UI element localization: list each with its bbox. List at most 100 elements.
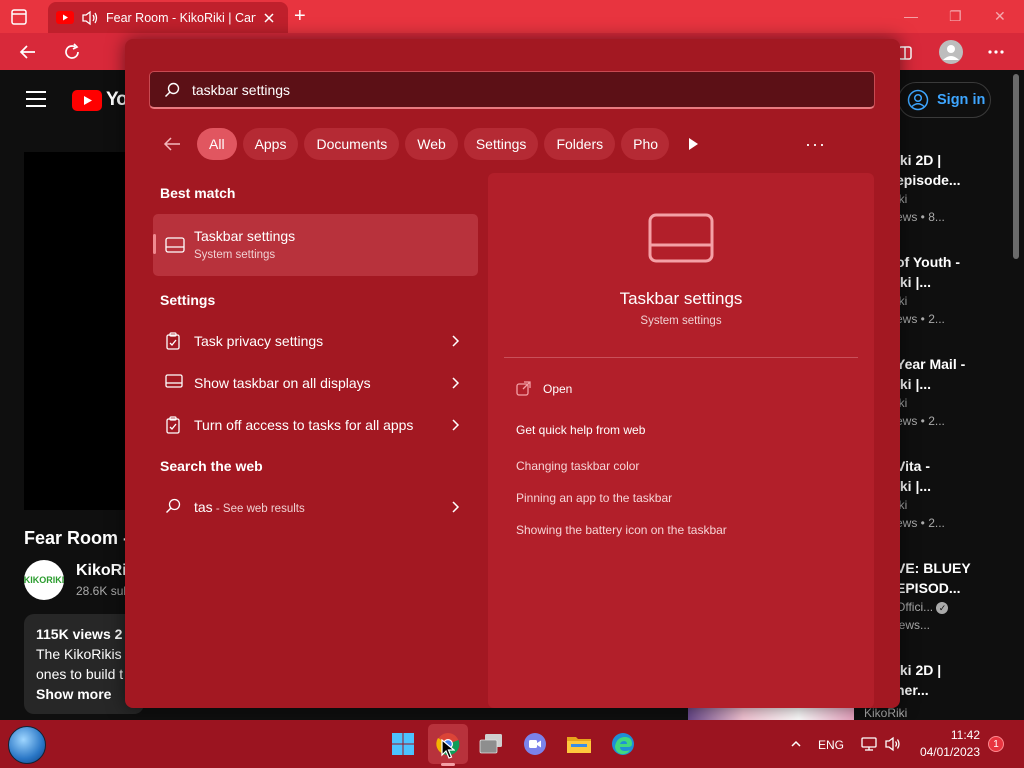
selection-indicator: [153, 234, 156, 254]
filter-all[interactable]: All: [197, 128, 237, 160]
start-orb-icon[interactable]: [8, 726, 46, 764]
chevron-right-icon[interactable]: [450, 334, 460, 348]
open-action[interactable]: Open: [516, 381, 572, 396]
best-match-subtitle: System settings: [194, 249, 276, 261]
search-web-heading: Search the web: [160, 458, 263, 474]
search-input[interactable]: taskbar settings: [149, 71, 875, 109]
network-icon[interactable]: [860, 735, 878, 753]
youtube-favicon: [56, 11, 74, 24]
browser-titlebar: Fear Room - KikoRiki | Cartoons + — ❐ ✕: [0, 0, 1024, 33]
edge-icon[interactable]: [609, 730, 637, 758]
help-link[interactable]: Changing taskbar color: [516, 459, 639, 473]
taskbar-settings-large-icon: [648, 213, 714, 263]
rec-title: iki 2D |: [896, 662, 942, 678]
filter-apps[interactable]: Apps: [242, 128, 299, 160]
tab-actions-icon[interactable]: [10, 8, 28, 26]
best-match-item[interactable]: Taskbar settings System settings: [153, 214, 478, 276]
chevron-right-icon[interactable]: [450, 376, 460, 390]
back-arrow-icon[interactable]: [159, 131, 185, 157]
rec-meta: ews • 2...: [896, 516, 945, 530]
rec-title: Year Mail -: [896, 356, 966, 372]
restore-icon[interactable]: ❐: [949, 8, 962, 25]
clock[interactable]: 11:42 04/01/2023: [914, 727, 980, 761]
recommendation-item[interactable]: iki 2D | episode... iki ews • 8...: [896, 150, 1006, 226]
best-match-title: Taskbar settings: [194, 228, 296, 244]
web-result[interactable]: tas - See web results: [153, 488, 478, 526]
video-player[interactable]: [24, 152, 134, 510]
page-scrollbar[interactable]: [1013, 74, 1019, 259]
language-indicator[interactable]: ENG: [818, 738, 844, 752]
filter-web[interactable]: Web: [405, 128, 458, 160]
preview-title: Taskbar settings: [619, 289, 743, 308]
running-indicator: [441, 763, 455, 766]
taskbar-settings-icon: [165, 237, 185, 253]
settings-result[interactable]: Task privacy settings: [153, 322, 478, 360]
minimize-icon[interactable]: —: [904, 8, 918, 24]
chevron-right-icon[interactable]: [450, 500, 460, 514]
notification-badge[interactable]: 1: [988, 736, 1004, 752]
verified-icon: ✓: [936, 602, 949, 614]
rec-title: Vita -: [896, 458, 930, 474]
rec-channel: Offici... ✓: [896, 598, 1006, 616]
menu-icon[interactable]: [26, 91, 46, 112]
more-options-button[interactable]: ···: [805, 134, 826, 155]
chevron-right-icon[interactable]: [450, 418, 460, 432]
windows-start-icon[interactable]: [389, 730, 417, 758]
recommendation-item[interactable]: of Youth - iki |... iki ews • 2...: [896, 252, 1006, 328]
rec-title: episode...: [896, 172, 961, 188]
checklist-icon: [166, 332, 180, 350]
show-more-button[interactable]: Show more: [36, 684, 132, 704]
task-view-icon[interactable]: [477, 730, 505, 758]
recommendation-thumbnail[interactable]: [688, 706, 854, 720]
help-link[interactable]: Showing the battery icon on the taskbar: [516, 523, 727, 537]
browser-tab[interactable]: Fear Room - KikoRiki | Cartoons: [48, 2, 288, 33]
tray-overflow-icon[interactable]: [791, 740, 801, 748]
settings-result-label: Show taskbar on all displays: [194, 375, 371, 391]
filter-settings[interactable]: Settings: [463, 128, 539, 160]
rec-channel-name: Offici...: [896, 600, 934, 614]
recommendation-item[interactable]: Year Mail - iki |... iki ews • 2...: [896, 354, 1006, 430]
close-window-icon[interactable]: ✕: [994, 8, 1006, 25]
divider: [504, 357, 858, 358]
account-icon: [907, 89, 929, 111]
rec-title: iki 2D |: [896, 152, 942, 168]
settings-result[interactable]: Show taskbar on all displays: [153, 364, 478, 402]
clock-date: 04/01/2023: [919, 745, 980, 759]
quick-help-heading: Get quick help from web: [516, 423, 646, 437]
recommendation-item[interactable]: iki 2D | ner...: [896, 660, 1006, 700]
rec-meta: ews • 8...: [896, 210, 945, 224]
mouse-cursor-icon: [441, 739, 455, 759]
close-tab-icon[interactable]: [263, 12, 275, 24]
help-link[interactable]: Pinning an app to the taskbar: [516, 491, 672, 505]
recommendation-item[interactable]: VE: BLUEY EPISOD... Offici... ✓ iews...: [896, 558, 1006, 634]
taskbar: ENG 11:42 04/01/2023 1: [0, 720, 1024, 768]
profile-icon[interactable]: [939, 40, 963, 64]
rec-channel: iki: [896, 294, 908, 308]
channel-avatar[interactable]: KIKORIKI: [24, 560, 64, 600]
clock-time: 11:42: [950, 728, 980, 742]
new-tab-button[interactable]: +: [294, 6, 306, 26]
volume-icon[interactable]: [884, 735, 902, 753]
file-explorer-icon[interactable]: [565, 730, 593, 758]
search-query: taskbar settings: [192, 81, 291, 98]
sign-in-button[interactable]: Sign in: [898, 82, 991, 118]
filter-documents[interactable]: Documents: [304, 128, 400, 160]
rec-channel: iki: [896, 396, 908, 410]
settings-result[interactable]: Turn off access to tasks for all apps: [153, 406, 478, 444]
recommendation-item[interactable]: Vita - iki |... iki ews • 2...: [896, 456, 1006, 532]
rec-title: VE: BLUEY: [896, 560, 971, 576]
preview-subtitle: System settings: [640, 315, 722, 327]
refresh-icon[interactable]: [62, 42, 82, 62]
open-external-icon: [516, 381, 531, 396]
filter-photos[interactable]: Pho: [621, 128, 670, 160]
speaker-icon[interactable]: [81, 10, 99, 26]
settings-result-label: Turn off access to tasks for all apps: [194, 417, 414, 433]
rec-title: EPISOD...: [896, 580, 961, 596]
video-title: Fear Room -: [24, 528, 130, 548]
teams-chat-icon[interactable]: [521, 730, 549, 758]
scroll-filters-icon[interactable]: [683, 134, 703, 154]
more-icon[interactable]: [986, 42, 1006, 62]
back-icon[interactable]: [18, 42, 38, 62]
filter-folders[interactable]: Folders: [544, 128, 616, 160]
rec-meta: ews • 2...: [896, 414, 945, 428]
